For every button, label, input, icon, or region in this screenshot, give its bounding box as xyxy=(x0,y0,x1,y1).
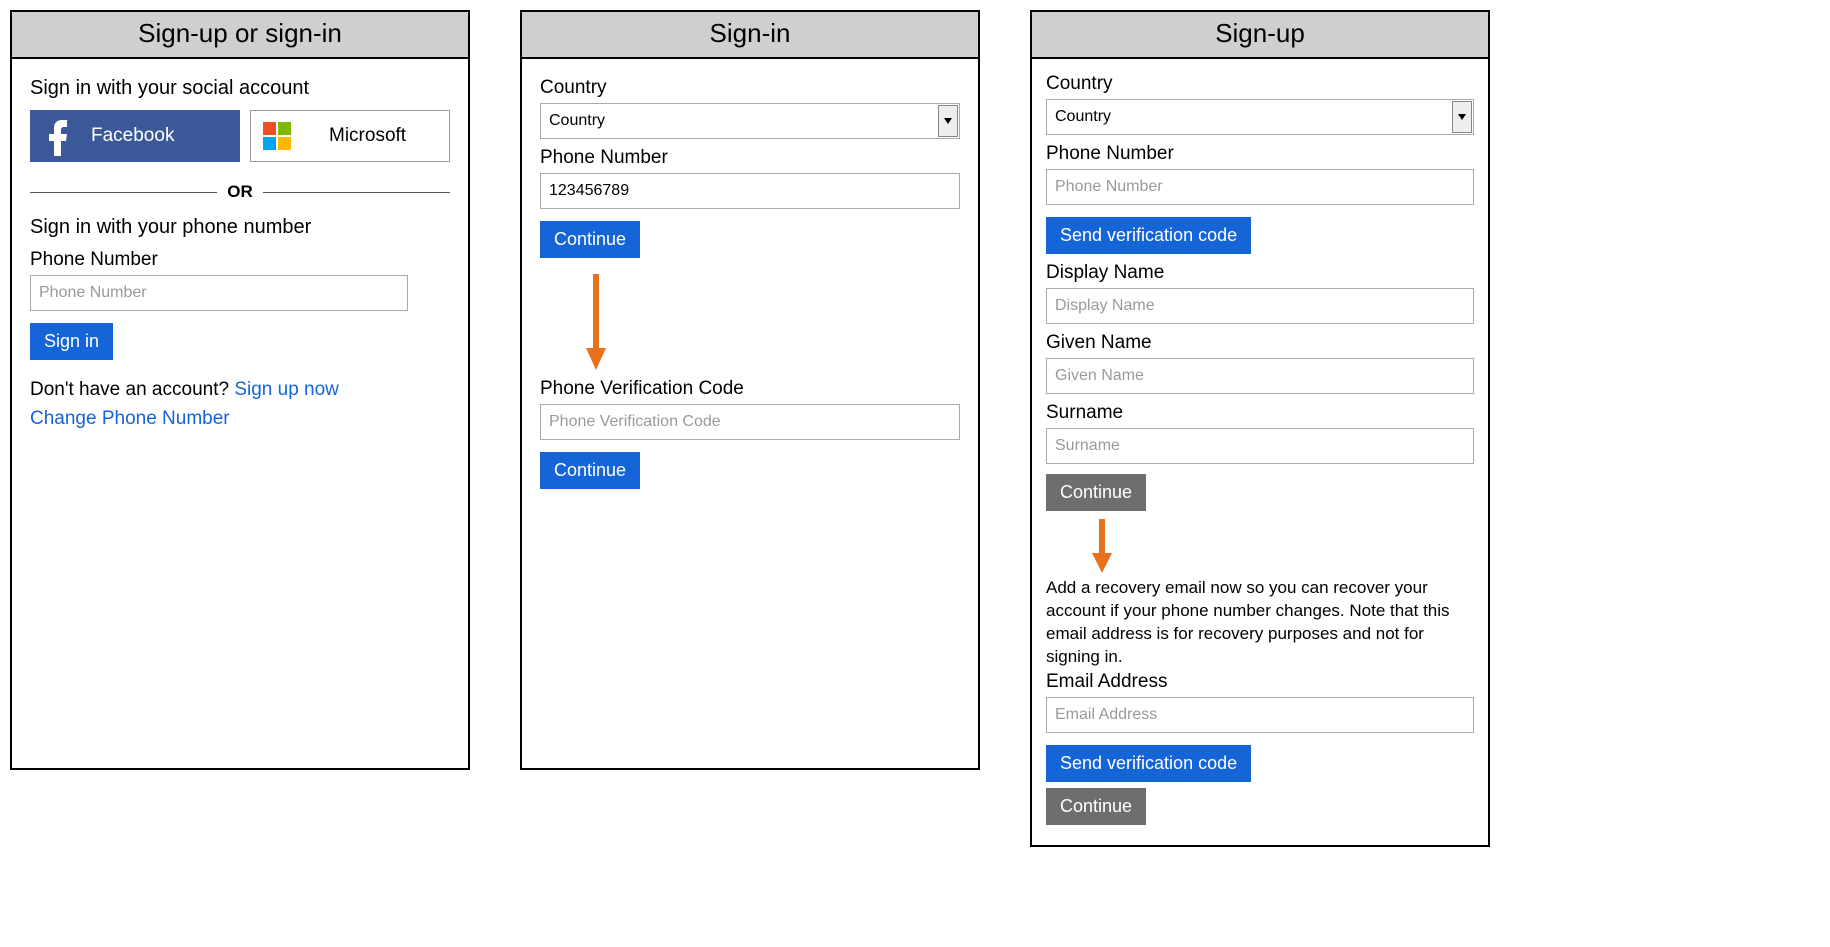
microsoft-icon xyxy=(263,122,291,150)
continue-button-2[interactable]: Continue xyxy=(1046,788,1146,825)
country-select[interactable] xyxy=(540,103,960,139)
display-name-label: Display Name xyxy=(1046,262,1474,284)
country-select-wrap xyxy=(540,103,960,139)
panel2-title: Sign-in xyxy=(522,12,978,59)
microsoft-label: Microsoft xyxy=(329,125,406,147)
social-button-row: Facebook Microsoft xyxy=(30,110,450,162)
social-signin-heading: Sign in with your social account xyxy=(30,77,450,100)
signup-panel: Sign-up Country Phone Number Send verifi… xyxy=(1030,10,1490,847)
phone-number-input[interactable] xyxy=(540,173,960,209)
send-verification-code-button-2[interactable]: Send verification code xyxy=(1046,745,1251,782)
signup-or-signin-panel: Sign-up or sign-in Sign in with your soc… xyxy=(10,10,470,770)
arrow-down-icon xyxy=(1090,517,1114,573)
phone-signin-heading: Sign in with your phone number xyxy=(30,216,450,239)
phone-number-input[interactable] xyxy=(1046,169,1474,205)
microsoft-button[interactable]: Microsoft xyxy=(250,110,450,162)
email-address-input[interactable] xyxy=(1046,697,1474,733)
signup-prompt-row: Don't have an account? Sign up now Chang… xyxy=(30,376,450,433)
signup-now-link[interactable]: Sign up now xyxy=(234,379,339,400)
no-account-text: Don't have an account? xyxy=(30,379,234,400)
verification-code-label: Phone Verification Code xyxy=(540,378,960,400)
phone-number-label: Phone Number xyxy=(30,249,450,271)
given-name-label: Given Name xyxy=(1046,332,1474,354)
surname-input[interactable] xyxy=(1046,428,1474,464)
continue-button-2[interactable]: Continue xyxy=(540,452,640,489)
recovery-email-info: Add a recovery email now so you can reco… xyxy=(1046,577,1474,669)
given-name-input[interactable] xyxy=(1046,358,1474,394)
or-text: OR xyxy=(227,182,253,202)
panel3-title: Sign-up xyxy=(1032,12,1488,59)
send-verification-code-button[interactable]: Send verification code xyxy=(1046,217,1251,254)
country-label: Country xyxy=(1046,73,1474,95)
country-select[interactable] xyxy=(1046,99,1474,135)
arrow-down-icon xyxy=(584,270,608,370)
continue-button-1[interactable]: Continue xyxy=(540,221,640,258)
panel1-title: Sign-up or sign-in xyxy=(12,12,468,59)
phone-number-label: Phone Number xyxy=(540,147,960,169)
signin-panel: Sign-in Country Phone Number Continue Ph… xyxy=(520,10,980,770)
verification-code-input[interactable] xyxy=(540,404,960,440)
country-label: Country xyxy=(540,77,960,99)
signin-button[interactable]: Sign in xyxy=(30,323,113,360)
phone-number-input[interactable] xyxy=(30,275,408,311)
facebook-label: Facebook xyxy=(91,125,174,147)
surname-label: Surname xyxy=(1046,402,1474,424)
continue-button-1[interactable]: Continue xyxy=(1046,474,1146,511)
or-divider: OR xyxy=(30,182,450,202)
phone-number-label: Phone Number xyxy=(1046,143,1474,165)
country-select-wrap xyxy=(1046,99,1474,135)
display-name-input[interactable] xyxy=(1046,288,1474,324)
change-phone-link[interactable]: Change Phone Number xyxy=(30,408,230,429)
facebook-button[interactable]: Facebook xyxy=(30,110,240,162)
email-address-label: Email Address xyxy=(1046,671,1474,693)
facebook-icon xyxy=(41,116,73,156)
